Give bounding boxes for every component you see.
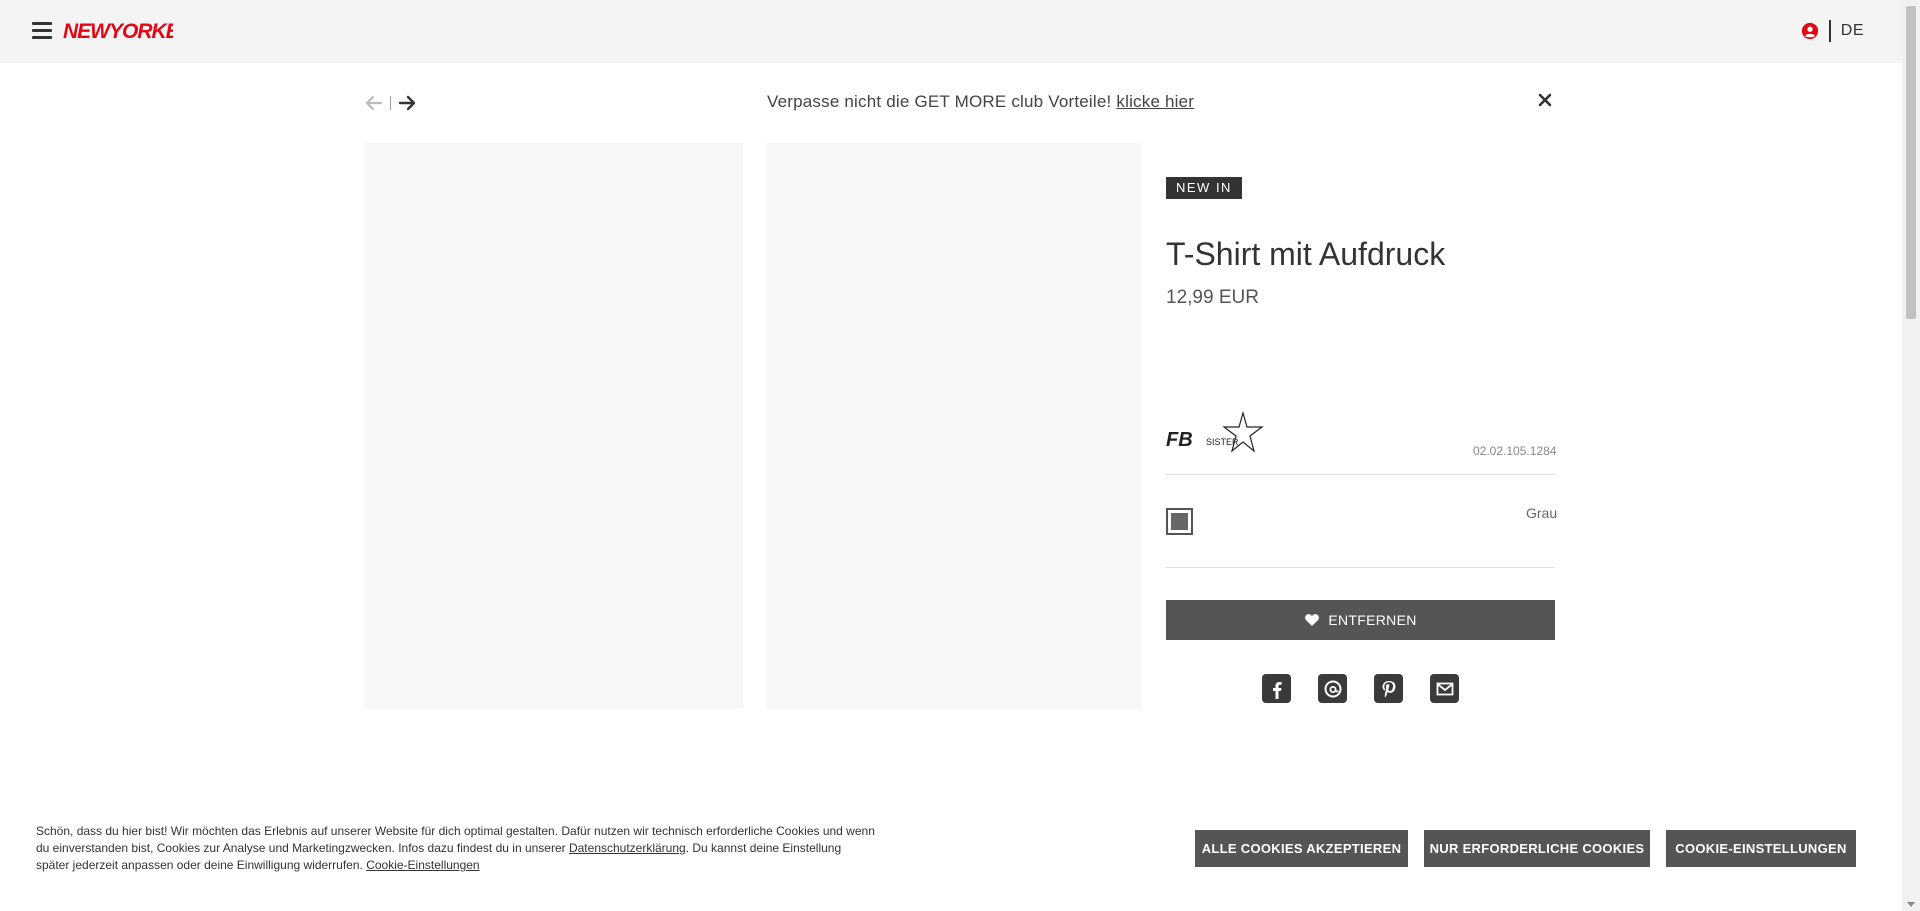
divider — [1166, 474, 1555, 475]
scrollbar[interactable] — [1902, 0, 1920, 911]
share-icons — [1262, 674, 1459, 703]
required-cookies-button[interactable]: NUR ERFORDERLICHE COOKIES — [1424, 830, 1650, 867]
banner-text: Verpasse nicht die GET MORE club Vorteil… — [767, 92, 1117, 111]
arrow-right-icon[interactable] — [397, 93, 417, 113]
nav-divider — [390, 96, 391, 110]
email-icon[interactable] — [1430, 674, 1459, 703]
club-banner: Verpasse nicht die GET MORE club Vorteil… — [767, 92, 1194, 112]
wishlist-button-label: ENTFERNEN — [1328, 612, 1417, 628]
scrollbar-thumb[interactable] — [1906, 6, 1916, 319]
svg-text:NEWYORKER: NEWYORKER — [63, 20, 173, 43]
pinterest-icon[interactable] — [1374, 674, 1403, 703]
header-divider — [1828, 20, 1831, 42]
heart-icon — [1305, 614, 1320, 626]
article-number: 02.02.105.1284 — [1473, 444, 1557, 458]
arrow-left-icon[interactable] — [364, 93, 384, 113]
divider — [1166, 567, 1555, 568]
product-title: T-Shirt mit Aufdruck — [1166, 236, 1446, 272]
banner-link[interactable]: klicke hier — [1116, 92, 1194, 111]
cookie-settings-link[interactable]: Cookie-Einstellungen — [366, 858, 479, 872]
accept-all-cookies-button[interactable]: ALLE COOKIES AKZEPTIEREN — [1195, 830, 1408, 867]
wishlist-remove-button[interactable]: ENTFERNEN — [1166, 600, 1555, 640]
newyorker-logo[interactable]: NEWYORKER — [63, 15, 173, 45]
header-right: DE — [1801, 20, 1864, 42]
product-image-1[interactable] — [364, 143, 743, 709]
site-header: NEWYORKER DE — [0, 0, 1902, 63]
color-swatch-grau[interactable] — [1166, 508, 1193, 535]
threads-icon[interactable] — [1318, 674, 1347, 703]
brand-logo[interactable]: FB SISTER — [1166, 410, 1266, 458]
facebook-icon[interactable] — [1262, 674, 1291, 703]
privacy-policy-link[interactable]: Datenschutzerklärung — [569, 841, 686, 855]
cookie-settings-button[interactable]: COOKIE-EINSTELLUNGEN — [1666, 830, 1856, 867]
language-selector[interactable]: DE — [1841, 22, 1864, 40]
menu-icon[interactable] — [32, 22, 52, 40]
product-image-2[interactable] — [766, 143, 1142, 709]
product-nav-arrows — [364, 93, 417, 113]
cookie-text: Schön, dass du hier bist! Wir möchten da… — [36, 823, 876, 874]
user-account-icon[interactable] — [1801, 22, 1819, 40]
new-in-badge: NEW IN — [1166, 177, 1242, 199]
scroll-down-arrow-icon[interactable] — [1907, 902, 1915, 907]
svg-text:FB: FB — [1166, 429, 1193, 451]
color-name: Grau — [1526, 505, 1558, 521]
close-icon[interactable] — [1537, 92, 1553, 108]
product-price: 12,99 EUR — [1166, 287, 1259, 308]
